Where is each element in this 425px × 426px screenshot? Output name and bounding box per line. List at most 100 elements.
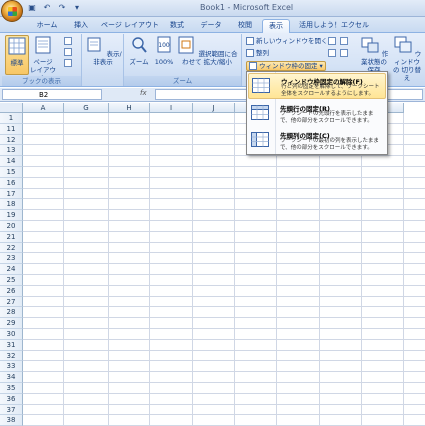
- sync-scroll-icon[interactable]: [340, 49, 348, 57]
- row-header-23[interactable]: 23: [0, 253, 23, 265]
- page-layout-view-button[interactable]: ページ レイアウト: [30, 35, 56, 82]
- grid-line: [23, 392, 425, 394]
- grid-line: [276, 113, 277, 426]
- row-header-34[interactable]: 34: [0, 372, 23, 383]
- view-side-by-side-icon[interactable]: [340, 37, 348, 45]
- window-title: Book1 - Microsoft Excel: [200, 3, 294, 12]
- custom-views-icon[interactable]: [64, 48, 72, 56]
- save-icon[interactable]: ▣: [26, 2, 38, 14]
- grid-line: [23, 166, 425, 167]
- row-header-1[interactable]: 1: [0, 113, 23, 124]
- grid-line: [23, 382, 425, 383]
- unfreeze-panes-icon: [252, 78, 270, 93]
- office-button[interactable]: [1, 0, 23, 22]
- freeze-panes-button[interactable]: ウィンドウ枠の固定 ▾: [246, 61, 326, 71]
- column-header-j[interactable]: J: [193, 103, 235, 113]
- grid-line: [23, 414, 425, 416]
- column-header-i[interactable]: I: [150, 103, 193, 113]
- column-header-h[interactable]: H: [109, 103, 150, 113]
- grid-line: [23, 176, 425, 178]
- full-screen-icon[interactable]: [64, 59, 72, 67]
- grid-line: [23, 306, 425, 308]
- group-workbook-views: 標準 ページ レイアウト ブックの表示: [2, 34, 82, 86]
- grid-line: [23, 155, 425, 157]
- row-header-16[interactable]: 16: [0, 177, 23, 189]
- magnifier-icon: [132, 37, 147, 53]
- select-all-corner[interactable]: [0, 103, 23, 113]
- tab-insert[interactable]: 挿入: [68, 19, 94, 33]
- row-header-36[interactable]: 36: [0, 393, 23, 405]
- tab-home[interactable]: ホーム: [30, 19, 64, 33]
- grid-line: [23, 349, 425, 351]
- split-icon[interactable]: [328, 37, 336, 45]
- customize-qat-icon[interactable]: ▾: [71, 2, 83, 14]
- arrange-button[interactable]: 整列: [246, 48, 269, 58]
- row-header-26[interactable]: 26: [0, 285, 23, 297]
- menu-item-unfreeze-panes[interactable]: ウィンドウ枠固定の解除(F) 行と列の固定を解除して、ワークシート全体をスクロー…: [248, 73, 386, 99]
- ribbon-tabs: ホーム 挿入 ページ レイアウト 数式 データ 校閲 表示 活用しよう！エクセル: [0, 17, 425, 33]
- redo-icon[interactable]: ↷: [56, 2, 68, 14]
- group-label-zoom: ズーム: [124, 76, 241, 86]
- fx-icon[interactable]: fx: [140, 89, 147, 97]
- freeze-panes-label: ウィンドウ枠の固定: [259, 62, 318, 70]
- tab-excel-addin[interactable]: 活用しよう！エクセル: [296, 19, 372, 33]
- grid-line: [108, 113, 109, 426]
- menu-item-freeze-top-row[interactable]: 先頭行の固定(R) ワークシートの先頭行を表示したままで、他の部分をスクロールで…: [248, 101, 386, 127]
- freeze-panes-icon: [249, 62, 257, 70]
- tab-page-layout[interactable]: ページ レイアウト: [100, 19, 160, 33]
- tab-formulas[interactable]: 数式: [164, 19, 190, 33]
- zoom-to-selection-button[interactable]: 選択範囲に合わせて 拡大/縮小: [176, 35, 238, 75]
- new-window-label: 新しいウィンドウを開く: [256, 37, 328, 45]
- tab-data[interactable]: データ: [196, 19, 226, 33]
- normal-view-button[interactable]: 標準: [5, 35, 29, 75]
- new-window-button[interactable]: 新しいウィンドウを開く: [246, 36, 328, 46]
- tab-review[interactable]: 校閲: [232, 19, 258, 33]
- name-box[interactable]: B2: [2, 89, 102, 100]
- row-header-21[interactable]: 21: [0, 231, 23, 243]
- row-header-37[interactable]: 37: [0, 404, 23, 416]
- row-header-32[interactable]: 32: [0, 350, 23, 362]
- row-header-22[interactable]: 22: [0, 242, 23, 254]
- save-workspace-icon: [361, 37, 379, 53]
- row-header-14[interactable]: 14: [0, 156, 23, 167]
- row-header-31[interactable]: 31: [0, 339, 23, 351]
- row-header-30[interactable]: 30: [0, 329, 23, 340]
- row-header-24[interactable]: 24: [0, 264, 23, 275]
- row-header-19[interactable]: 19: [0, 210, 23, 221]
- row-header-15[interactable]: 15: [0, 167, 23, 178]
- row-header-38[interactable]: 38: [0, 415, 23, 426]
- tab-view[interactable]: 表示: [262, 19, 290, 33]
- row-header-28[interactable]: 28: [0, 307, 23, 319]
- column-header-g[interactable]: G: [64, 103, 109, 113]
- grid-line: [23, 198, 425, 200]
- undo-icon[interactable]: ↶: [41, 2, 53, 14]
- row-header-20[interactable]: 20: [0, 221, 23, 232]
- switch-windows-icon: [394, 36, 412, 53]
- grid-line: [23, 209, 425, 211]
- page-break-preview-icon[interactable]: [64, 37, 72, 45]
- zoom-button[interactable]: ズーム: [127, 35, 151, 75]
- menu-item-freeze-first-column[interactable]: 先頭列の固定(C) ワークシートの最初の列を表示したままで、他の部分をスクロール…: [248, 128, 386, 154]
- column-header-a[interactable]: A: [23, 103, 64, 113]
- grid-line: [192, 113, 193, 426]
- normal-view-label: 標準: [10, 59, 24, 67]
- switch-windows-button[interactable]: ウィンドウの 切り替え: [392, 35, 422, 82]
- quick-access-toolbar: ▣ ↶ ↷ ▾: [26, 2, 83, 14]
- hide-window-icon[interactable]: [328, 49, 336, 57]
- row-header-13[interactable]: 13: [0, 145, 23, 157]
- row-header-17[interactable]: 17: [0, 188, 23, 200]
- row-header-33[interactable]: 33: [0, 361, 23, 373]
- row-header-18[interactable]: 18: [0, 199, 23, 211]
- row-header-29[interactable]: 29: [0, 318, 23, 329]
- save-workspace-button[interactable]: 作業状態の 保存: [358, 35, 390, 75]
- row-header-25[interactable]: 25: [0, 275, 23, 286]
- new-window-icon: [246, 37, 254, 45]
- row-header-35[interactable]: 35: [0, 383, 23, 394]
- zoom-100-button[interactable]: 100 100%: [153, 35, 175, 75]
- show-hide-button[interactable]: 表示/非表示: [84, 35, 122, 75]
- row-header-12[interactable]: 12: [0, 134, 23, 146]
- row-header-11[interactable]: 11: [0, 123, 23, 135]
- arrange-icon: [246, 49, 254, 57]
- freeze-panes-menu: ウィンドウ枠固定の解除(F) 行と列の固定を解除して、ワークシート全体をスクロー…: [246, 71, 388, 155]
- row-header-27[interactable]: 27: [0, 296, 23, 308]
